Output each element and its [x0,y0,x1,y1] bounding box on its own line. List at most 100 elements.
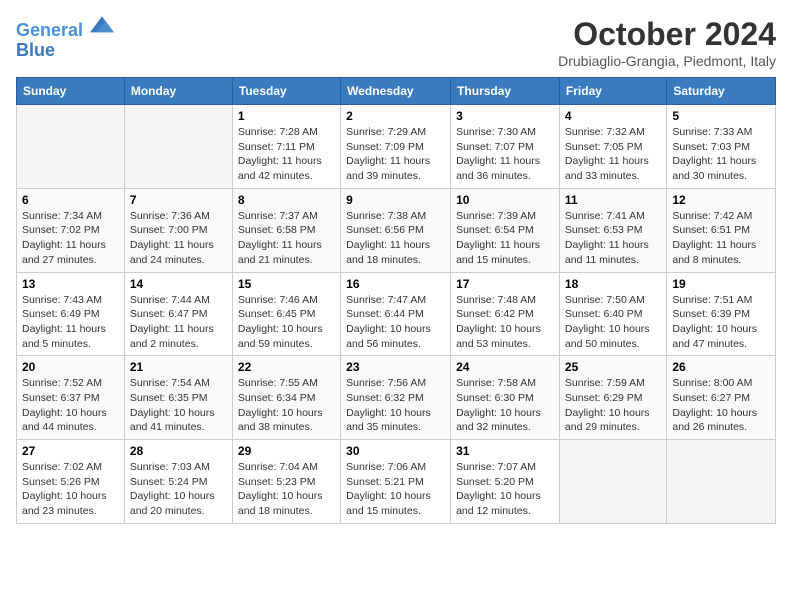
day-number: 4 [565,109,661,123]
day-number: 24 [456,360,554,374]
day-number: 8 [238,193,335,207]
day-info: Sunrise: 7:56 AMSunset: 6:32 PMDaylight:… [346,376,445,435]
calendar-cell: 18 Sunrise: 7:50 AMSunset: 6:40 PMDayligh… [559,272,666,356]
day-info: Sunrise: 7:43 AMSunset: 6:49 PMDaylight:… [22,293,119,352]
day-info: Sunrise: 7:28 AMSunset: 7:11 PMDaylight:… [238,125,335,184]
day-info: Sunrise: 7:30 AMSunset: 7:07 PMDaylight:… [456,125,554,184]
day-header-saturday: Saturday [667,78,776,105]
day-number: 14 [130,277,227,291]
calendar-cell [667,440,776,524]
day-number: 7 [130,193,227,207]
day-info: Sunrise: 8:00 AMSunset: 6:27 PMDaylight:… [672,376,770,435]
calendar-cell: 3Sunrise: 7:30 AMSunset: 7:07 PMDaylight… [451,105,560,189]
calendar-cell: 26 Sunrise: 8:00 AMSunset: 6:27 PMDayligh… [667,356,776,440]
calendar-cell: 19 Sunrise: 7:51 AMSunset: 6:39 PMDayligh… [667,272,776,356]
calendar-cell: 13 Sunrise: 7:43 AMSunset: 6:49 PMDayligh… [17,272,125,356]
calendar-cell: 5Sunrise: 7:33 AMSunset: 7:03 PMDaylight… [667,105,776,189]
logo-text-blue: Blue [16,41,114,61]
day-info: Sunrise: 7:39 AMSunset: 6:54 PMDaylight:… [456,209,554,268]
day-info: Sunrise: 7:54 AMSunset: 6:35 PMDaylight:… [130,376,227,435]
calendar-cell: 10 Sunrise: 7:39 AMSunset: 6:54 PMDayligh… [451,188,560,272]
day-number: 15 [238,277,335,291]
calendar-cell: 11 Sunrise: 7:41 AMSunset: 6:53 PMDayligh… [559,188,666,272]
day-number: 16 [346,277,445,291]
calendar-cell: 27Sunrise: 7:02 AMSunset: 5:26 PMDayligh… [17,440,125,524]
day-number: 17 [456,277,554,291]
day-info: Sunrise: 7:41 AMSunset: 6:53 PMDaylight:… [565,209,661,268]
day-info: Sunrise: 7:48 AMSunset: 6:42 PMDaylight:… [456,293,554,352]
calendar-cell: 14Sunrise: 7:44 AMSunset: 6:47 PMDayligh… [124,272,232,356]
day-header-monday: Monday [124,78,232,105]
calendar-cell: 7 Sunrise: 7:36 AMSunset: 7:00 PMDaylight… [124,188,232,272]
calendar-cell: 20 Sunrise: 7:52 AMSunset: 6:37 PMDayligh… [17,356,125,440]
calendar-cell: 15 Sunrise: 7:46 AMSunset: 6:45 PMDayligh… [232,272,340,356]
calendar-cell: 2Sunrise: 7:29 AMSunset: 7:09 PMDaylight… [341,105,451,189]
day-info: Sunrise: 7:52 AMSunset: 6:37 PMDaylight:… [22,376,119,435]
title-section: October 2024 Drubiaglio-Grangia, Piedmon… [558,16,776,69]
day-info: Sunrise: 7:42 AMSunset: 6:51 PMDaylight:… [672,209,770,268]
day-number: 18 [565,277,661,291]
week-row-4: 20 Sunrise: 7:52 AMSunset: 6:37 PMDayligh… [17,356,776,440]
month-title: October 2024 [558,16,776,53]
day-number: 6 [22,193,119,207]
day-number: 26 [672,360,770,374]
calendar-cell: 9 Sunrise: 7:38 AMSunset: 6:56 PMDaylight… [341,188,451,272]
day-number: 25 [565,360,661,374]
day-header-wednesday: Wednesday [341,78,451,105]
page-header: General Blue October 2024 Drubiaglio-Gra… [16,16,776,69]
day-number: 2 [346,109,445,123]
day-info: Sunrise: 7:51 AMSunset: 6:39 PMDaylight:… [672,293,770,352]
day-number: 19 [672,277,770,291]
day-number: 5 [672,109,770,123]
day-number: 30 [346,444,445,458]
day-info: Sunrise: 7:34 AMSunset: 7:02 PMDaylight:… [22,209,119,268]
day-number: 31 [456,444,554,458]
day-number: 27 [22,444,119,458]
day-header-tuesday: Tuesday [232,78,340,105]
day-number: 11 [565,193,661,207]
day-info: Sunrise: 7:50 AMSunset: 6:40 PMDaylight:… [565,293,661,352]
day-info: Sunrise: 7:55 AMSunset: 6:34 PMDaylight:… [238,376,335,435]
calendar-cell: 17 Sunrise: 7:48 AMSunset: 6:42 PMDayligh… [451,272,560,356]
week-row-3: 13 Sunrise: 7:43 AMSunset: 6:49 PMDayligh… [17,272,776,356]
header-row: SundayMondayTuesdayWednesdayThursdayFrid… [17,78,776,105]
calendar-cell: 22 Sunrise: 7:55 AMSunset: 6:34 PMDayligh… [232,356,340,440]
day-info: Sunrise: 7:04 AMSunset: 5:23 PMDaylight:… [238,460,335,519]
calendar-cell: 16 Sunrise: 7:47 AMSunset: 6:44 PMDayligh… [341,272,451,356]
day-info: Sunrise: 7:47 AMSunset: 6:44 PMDaylight:… [346,293,445,352]
calendar-cell: 6 Sunrise: 7:34 AMSunset: 7:02 PMDaylight… [17,188,125,272]
logo-icon [90,16,114,36]
day-info: Sunrise: 7:46 AMSunset: 6:45 PMDaylight:… [238,293,335,352]
day-number: 28 [130,444,227,458]
calendar-cell: 4 Sunrise: 7:32 AMSunset: 7:05 PMDaylight… [559,105,666,189]
day-number: 13 [22,277,119,291]
calendar-cell: 31 Sunrise: 7:07 AMSunset: 5:20 PMDayligh… [451,440,560,524]
day-number: 10 [456,193,554,207]
day-number: 20 [22,360,119,374]
calendar-cell: 24 Sunrise: 7:58 AMSunset: 6:30 PMDayligh… [451,356,560,440]
day-info: Sunrise: 7:58 AMSunset: 6:30 PMDaylight:… [456,376,554,435]
day-header-thursday: Thursday [451,78,560,105]
day-info: Sunrise: 7:03 AMSunset: 5:24 PMDaylight:… [130,460,227,519]
day-number: 1 [238,109,335,123]
day-info: Sunrise: 7:38 AMSunset: 6:56 PMDaylight:… [346,209,445,268]
day-info: Sunrise: 7:32 AMSunset: 7:05 PMDaylight:… [565,125,661,184]
calendar-cell: 21 Sunrise: 7:54 AMSunset: 6:35 PMDayligh… [124,356,232,440]
calendar-cell [124,105,232,189]
day-info: Sunrise: 7:06 AMSunset: 5:21 PMDaylight:… [346,460,445,519]
day-number: 29 [238,444,335,458]
week-row-5: 27Sunrise: 7:02 AMSunset: 5:26 PMDayligh… [17,440,776,524]
logo: General Blue [16,16,114,61]
day-number: 12 [672,193,770,207]
calendar-cell [559,440,666,524]
calendar-cell: 25Sunrise: 7:59 AMSunset: 6:29 PMDayligh… [559,356,666,440]
day-number: 21 [130,360,227,374]
day-info: Sunrise: 7:36 AMSunset: 7:00 PMDaylight:… [130,209,227,268]
calendar-cell: 23Sunrise: 7:56 AMSunset: 6:32 PMDayligh… [341,356,451,440]
calendar-cell: 30 Sunrise: 7:06 AMSunset: 5:21 PMDayligh… [341,440,451,524]
day-number: 9 [346,193,445,207]
day-info: Sunrise: 7:07 AMSunset: 5:20 PMDaylight:… [456,460,554,519]
day-number: 22 [238,360,335,374]
calendar-table: SundayMondayTuesdayWednesdayThursdayFrid… [16,77,776,524]
week-row-1: 1 Sunrise: 7:28 AMSunset: 7:11 PMDaylight… [17,105,776,189]
